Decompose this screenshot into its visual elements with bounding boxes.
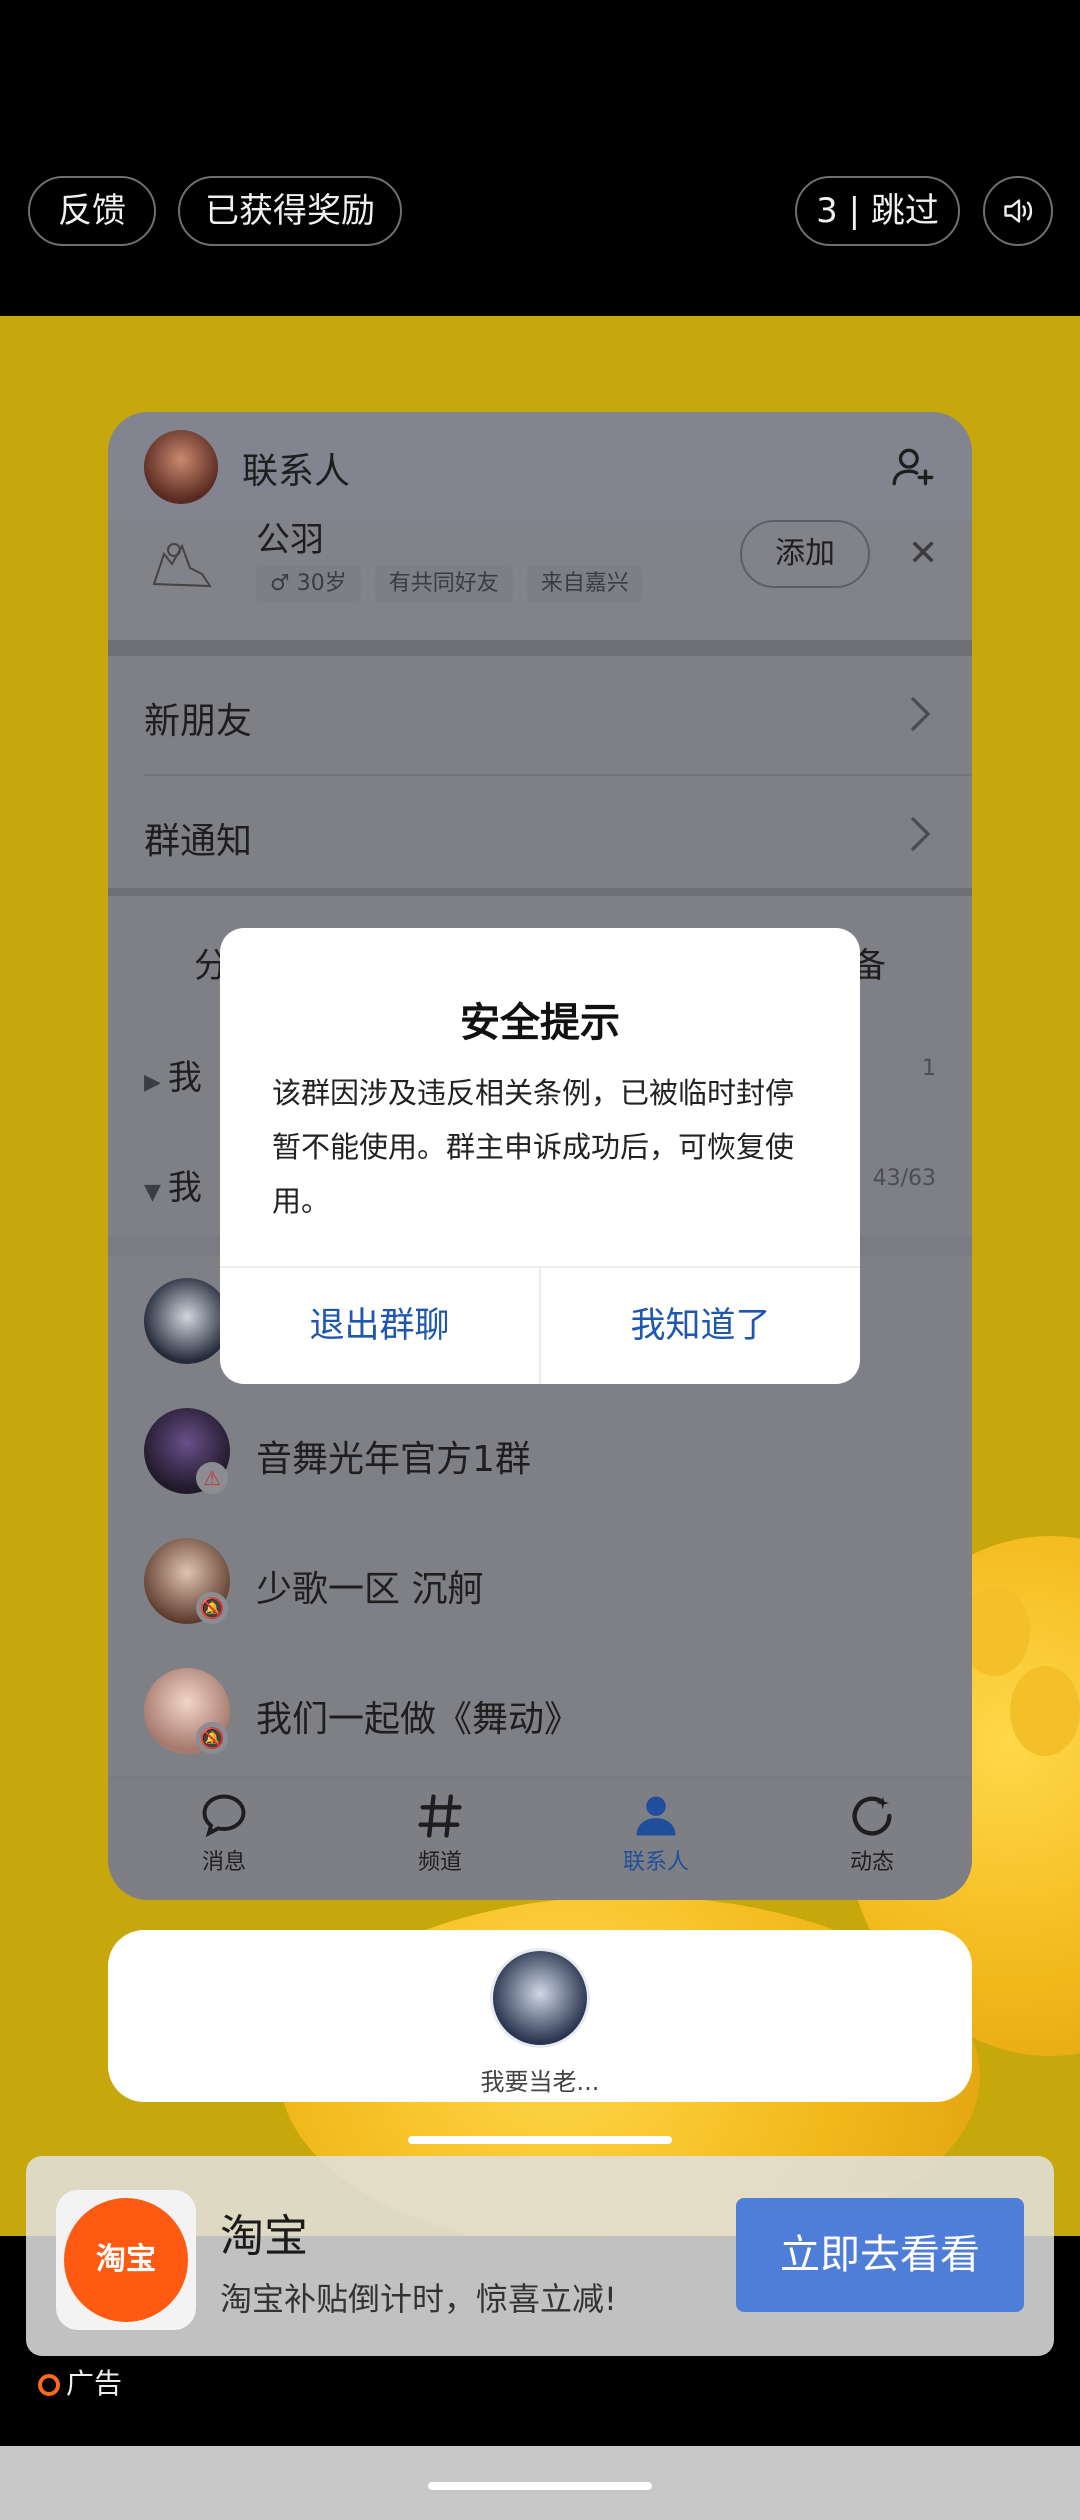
- dialog-title: 安全提示: [460, 1000, 620, 1046]
- ad-card[interactable]: 淘宝 淘宝 淘宝补贴倒计时，惊喜立减! 立即去看看: [26, 2156, 1054, 2356]
- home-indicator: [408, 2136, 672, 2144]
- group-section-label: ▼ 我: [144, 1168, 202, 1208]
- avatar: [152, 543, 212, 588]
- avatar: [490, 1948, 590, 2048]
- tab-channels[interactable]: 频道: [370, 1790, 510, 1876]
- add-contact-icon[interactable]: [888, 442, 938, 492]
- taobao-logo: 淘宝: [56, 2190, 196, 2330]
- reward-status-button[interactable]: 已获得奖励: [178, 176, 402, 246]
- chevron-right-icon: [910, 696, 931, 732]
- shopping-bag-icon: 淘宝: [64, 2198, 188, 2322]
- exit-group-button[interactable]: 退出群聊: [220, 1268, 539, 1384]
- group-count: 43/63: [872, 1166, 936, 1191]
- tab-feed[interactable]: 动态: [802, 1790, 942, 1876]
- group-name: 我们一起做《舞动》: [256, 1699, 581, 1740]
- list-item[interactable]: 🔕 少歌一区 沉舸: [108, 1516, 972, 1646]
- suggestion-name: 公羽: [256, 520, 324, 560]
- collapse-triangle-icon: ▶: [144, 1070, 168, 1095]
- group-notice-row[interactable]: 群通知: [108, 776, 972, 896]
- ad-tag: 广告: [38, 2362, 122, 2402]
- mascot-spike: [1010, 1666, 1080, 1756]
- tab-label: 联系人: [622, 1850, 689, 1875]
- dialog-message: 该群因涉及违反相关条例，已被临时封停暂不能使用。群主申诉成功后，可恢复使用。: [272, 1076, 795, 1218]
- tab-contacts[interactable]: 联系人: [586, 1790, 726, 1876]
- contacts-header: 联系人: [108, 412, 972, 520]
- group-count: 1: [922, 1056, 936, 1081]
- close-icon[interactable]: ✕: [908, 536, 938, 572]
- mute-icon: 🔕: [196, 1722, 228, 1754]
- suggestion-tags: ♂ 30岁 有共同好友 来自嘉兴: [256, 566, 657, 602]
- person-icon: [636, 1796, 676, 1836]
- chat-bubble-icon: [202, 1794, 246, 1838]
- page-title: 联系人: [242, 451, 351, 492]
- ad-cta-button[interactable]: 立即去看看: [736, 2198, 1024, 2312]
- row-label: 群通知: [144, 821, 253, 862]
- tab-messages[interactable]: 消息: [154, 1790, 294, 1876]
- tab-label: 频道: [417, 1850, 462, 1875]
- location-tag: 来自嘉兴: [526, 566, 643, 602]
- avatar: [144, 1278, 230, 1364]
- feedback-button[interactable]: 反馈: [28, 176, 156, 246]
- row-label: 新朋友: [144, 701, 253, 742]
- ad-description: 淘宝补贴倒计时，惊喜立减!: [220, 2280, 617, 2318]
- sound-toggle-button[interactable]: [983, 176, 1053, 246]
- speaker-icon: [1004, 199, 1033, 223]
- chat-head-label: 我要当老...: [480, 2068, 600, 2096]
- acknowledge-button[interactable]: 我知道了: [541, 1268, 860, 1384]
- gesture-bar[interactable]: [428, 2482, 652, 2490]
- section-gap: [108, 640, 972, 656]
- ad-mark-icon: [38, 2374, 60, 2396]
- group-name: 少歌一区 沉舸: [256, 1569, 484, 1610]
- tab-label: 动态: [849, 1850, 894, 1875]
- expand-triangle-icon: ▼: [144, 1180, 168, 1205]
- mutual-friends-tag: 有共同好友: [374, 566, 513, 602]
- new-friends-row[interactable]: 新朋友: [108, 656, 972, 776]
- skip-button[interactable]: 3 | 跳过: [795, 176, 960, 246]
- bottom-tab-bar: 消息 频道 联系人 动态: [108, 1782, 972, 1900]
- add-friend-button[interactable]: 添加: [740, 520, 870, 588]
- hash-icon: [418, 1794, 462, 1838]
- chat-head-bubble[interactable]: 我要当老...: [108, 1930, 972, 2102]
- security-alert-dialog: 安全提示 该群因涉及违反相关条例，已被临时封停暂不能使用。群主申诉成功后，可恢复…: [220, 928, 860, 1384]
- group-name: 音舞光年官方1群: [256, 1439, 531, 1480]
- refresh-star-icon: [852, 1796, 892, 1836]
- ad-top-bar: 反馈 已获得奖励 3 | 跳过: [0, 0, 1080, 316]
- avatar[interactable]: [144, 430, 218, 504]
- gender-age-tag: ♂ 30岁: [256, 566, 361, 602]
- friend-suggestion[interactable]: 公羽 ♂ 30岁 有共同好友 来自嘉兴 添加 ✕: [108, 520, 972, 640]
- chevron-right-icon: [910, 816, 931, 852]
- ad-app-name: 淘宝: [220, 2211, 308, 2262]
- mute-icon: 🔕: [196, 1592, 228, 1624]
- group-section-label: ▶ 我: [144, 1058, 202, 1098]
- list-item[interactable]: 🔕 我们一起做《舞动》: [108, 1646, 972, 1776]
- warning-icon: ⚠: [196, 1462, 228, 1494]
- list-item[interactable]: ⚠ 音舞光年官方1群: [108, 1386, 972, 1516]
- tab-label: 消息: [201, 1850, 246, 1875]
